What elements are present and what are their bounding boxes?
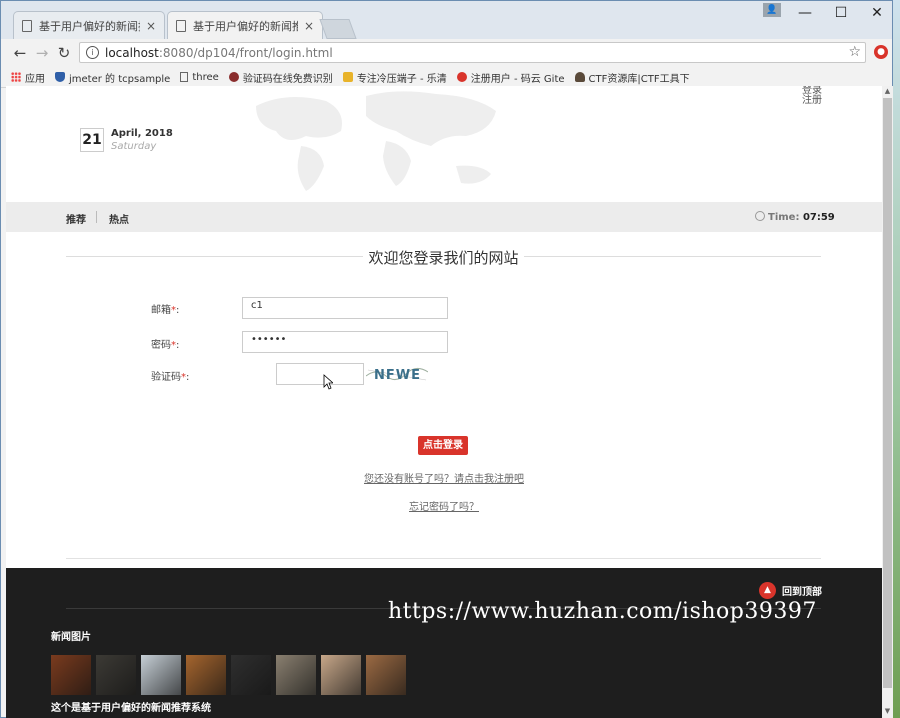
news-thumbnail[interactable]	[186, 655, 226, 695]
tab-title: 基于用户偏好的新闻推荐	[39, 19, 140, 33]
page-viewport: 登录 注册 21 April, 2018 Saturday 推荐 热点 Time…	[6, 86, 882, 718]
reload-icon[interactable]: ↻	[53, 44, 75, 62]
email-field[interactable]: c1	[242, 297, 448, 319]
news-thumbnail[interactable]	[366, 655, 406, 695]
close-tab-icon[interactable]: ×	[146, 19, 156, 33]
user-profile-icon[interactable]: 👤	[763, 3, 781, 17]
footer: ▲ 回到顶部 https://www.huzhan.com/ishop39397…	[6, 568, 882, 718]
news-thumbnail[interactable]	[276, 655, 316, 695]
nav-divider	[96, 211, 97, 223]
page-icon	[22, 19, 32, 32]
shield-icon	[55, 72, 65, 82]
email-label: 邮箱*:	[151, 305, 180, 316]
register-prompt-link[interactable]: 您还没有账号了吗？请点击我注册吧	[6, 470, 882, 485]
news-thumbnail[interactable]	[96, 655, 136, 695]
back-arrow-icon[interactable]: ←	[9, 44, 31, 62]
forgot-password-link[interactable]: 忘记密码了吗？	[6, 498, 882, 513]
news-pictures-title: 新闻图片	[51, 632, 91, 643]
scroll-up-arrow-icon[interactable]: ▲	[882, 87, 893, 97]
bookmark-ctf[interactable]: CTF资源库|CTF工具下	[574, 70, 690, 85]
close-window-button[interactable]: ✕	[862, 5, 892, 21]
captcha-input[interactable]	[276, 363, 364, 385]
info-icon[interactable]: i	[86, 46, 99, 59]
captcha-text: NFWE	[374, 368, 421, 383]
close-tab-icon[interactable]: ×	[304, 19, 314, 33]
bookmark-terminal[interactable]: 专注冷压端子 - 乐清	[342, 70, 447, 85]
bug-icon	[228, 72, 239, 82]
address-bar[interactable]: i localhost:8080/dp104/front/login.html …	[79, 42, 866, 63]
bookmark-apps[interactable]: 应用	[11, 70, 45, 85]
url-path: :8080/dp104/front/login.html	[158, 45, 333, 60]
bookmark-jmeter[interactable]: jmeter 的 tcpsample	[55, 70, 170, 85]
captcha-image[interactable]: NFWE	[366, 364, 428, 384]
back-to-top-label: 回到顶部	[782, 587, 822, 598]
page-icon	[176, 19, 186, 32]
new-tab-button[interactable]	[319, 19, 357, 39]
tab-title: 基于用户偏好的新闻推荐	[193, 19, 298, 33]
register-link[interactable]: 注册	[802, 96, 822, 106]
mouse-cursor-icon	[323, 374, 333, 390]
time-display: Time: 07:59	[755, 211, 835, 223]
scroll-down-arrow-icon[interactable]: ▼	[882, 707, 893, 717]
page-title: 欢迎您登录我们的网站	[363, 249, 524, 267]
apps-grid-icon	[11, 72, 21, 82]
nav-item-recommend[interactable]: 推荐	[66, 211, 86, 226]
date-text: April, 2018 Saturday	[111, 128, 173, 152]
date-day-badge: 21	[80, 128, 104, 152]
auth-links: 登录 注册	[802, 86, 822, 106]
footer-caption: 这个是基于用户偏好的新闻推荐系统	[51, 703, 211, 714]
minimize-button[interactable]: —	[790, 5, 820, 21]
page-icon	[180, 72, 189, 82]
date-weekday: Saturday	[111, 141, 157, 152]
clock-icon	[755, 211, 765, 221]
chevron-up-icon: ▲	[759, 582, 776, 599]
browser-toolbar: ← → ↻ i localhost:8080/dp104/front/login…	[1, 39, 892, 67]
captcha-label: 验证码*:	[151, 372, 190, 383]
back-to-top-button[interactable]: ▲ 回到顶部	[759, 582, 822, 599]
main-navbar: 推荐 热点 Time: 07:59	[6, 202, 882, 232]
hand-icon	[342, 72, 353, 82]
content-divider	[66, 558, 821, 559]
login-submit-button[interactable]: 点击登录	[418, 436, 468, 455]
vertical-scrollbar[interactable]: ▲ ▼	[882, 86, 893, 718]
time-label: Time:	[768, 212, 800, 223]
date-month-year: April, 2018	[111, 128, 173, 139]
news-thumbnail[interactable]	[51, 655, 91, 695]
person-icon	[574, 72, 585, 82]
bookmark-star-icon[interactable]: ☆	[848, 44, 861, 60]
world-map-image	[256, 91, 496, 191]
watermark-text: https://www.huzhan.com/ishop39397	[388, 599, 817, 624]
bookmark-gitee[interactable]: 注册用户 - 码云 Gite	[456, 70, 565, 85]
password-field[interactable]: ••••••	[242, 331, 448, 353]
title-bar: 基于用户偏好的新闻推荐 × 基于用户偏好的新闻推荐 × 👤 — ☐ ✕	[1, 1, 892, 39]
news-thumbnail[interactable]	[231, 655, 271, 695]
extension-icon[interactable]: ●	[874, 45, 888, 59]
news-thumbnails	[51, 655, 406, 695]
scrollbar-thumb[interactable]	[883, 98, 892, 688]
forward-arrow-icon[interactable]: →	[31, 44, 53, 62]
nav-item-hot[interactable]: 热点	[109, 211, 129, 226]
tab-active[interactable]: 基于用户偏好的新闻推荐 ×	[167, 11, 323, 39]
tab-inactive[interactable]: 基于用户偏好的新闻推荐 ×	[13, 11, 165, 39]
bookmarks-bar: 应用 jmeter 的 tcpsample three 验证码在线免费识别 专注…	[1, 67, 892, 88]
news-thumbnail[interactable]	[321, 655, 361, 695]
password-label: 密码*:	[151, 340, 180, 351]
login-section-title: 欢迎您登录我们的网站	[66, 246, 821, 268]
url-host: localhost	[105, 45, 159, 60]
news-thumbnail[interactable]	[141, 655, 181, 695]
time-value: 07:59	[802, 212, 835, 223]
bookmark-captcha[interactable]: 验证码在线免费识别	[228, 70, 333, 85]
bookmark-three[interactable]: three	[180, 72, 219, 83]
gitee-icon	[456, 72, 467, 82]
maximize-button[interactable]: ☐	[826, 5, 856, 21]
